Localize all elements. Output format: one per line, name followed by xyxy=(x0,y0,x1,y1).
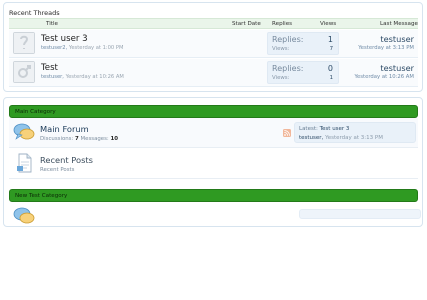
replies-count: 0 xyxy=(327,64,333,73)
thread-author-link[interactable]: testuser2 xyxy=(41,45,66,51)
messages-count: 10 xyxy=(110,136,118,142)
column-last-message[interactable]: Last Message xyxy=(380,21,418,27)
category-bar-main[interactable]: Main Category xyxy=(9,105,418,118)
forum-chat-bubbles-icon xyxy=(13,123,35,140)
discussions-label: Discussions: xyxy=(40,136,74,142)
recent-threads-header-row: Title Start Date Replies Views Last Mess… xyxy=(9,18,418,29)
category-bar-new-test[interactable]: New Test Category xyxy=(9,189,418,202)
views-label: Views: xyxy=(272,46,290,52)
thread-start-date[interactable]: Yesterday at 1:00 PM xyxy=(69,45,124,51)
thread-meta: testuser2, Yesterday at 1:00 PM xyxy=(41,45,124,51)
thread-title-link[interactable]: Test user 3 xyxy=(41,34,88,44)
column-replies[interactable]: Replies xyxy=(272,21,292,27)
replies-count: 1 xyxy=(327,35,333,44)
forum-row-partial xyxy=(9,202,421,226)
column-start-date[interactable]: Start Date xyxy=(232,21,261,27)
views-count: 7 xyxy=(329,46,333,52)
last-message-user-link[interactable]: testuser xyxy=(380,63,414,73)
thread-meta: testuser, Yesterday at 10:26 AM xyxy=(41,74,124,80)
views-label: Views: xyxy=(272,75,290,81)
replies-label: Replies: xyxy=(272,64,304,73)
category-title[interactable]: New Test Category xyxy=(15,193,67,199)
latest-user-link[interactable]: testuser xyxy=(299,135,322,141)
thread-author-link[interactable]: testuser xyxy=(41,74,62,80)
column-views[interactable]: Views xyxy=(320,21,336,27)
forum-subtitle: Recent Posts xyxy=(40,167,75,173)
forum-stats: Discussions: 7 Messages: 10 xyxy=(40,136,118,142)
last-message-date-link[interactable]: Yesterday at 3:13 PM xyxy=(358,45,414,51)
forum-row-recent-posts: Recent Posts Recent Posts xyxy=(9,149,418,179)
latest-date-link[interactable]: Yesterday at 3:13 PM xyxy=(325,135,383,141)
recent-threads-title: Recent Threads xyxy=(9,9,60,17)
recent-threads-panel: Recent Threads Title Start Date Replies … xyxy=(3,2,423,92)
replies-label: Replies: xyxy=(272,35,304,44)
user-avatar-placeholder-icon[interactable] xyxy=(13,32,35,54)
rss-feed-icon[interactable] xyxy=(283,129,291,137)
messages-label: Messages: xyxy=(80,136,109,142)
thread-title-link[interactable]: Test xyxy=(41,63,58,73)
thread-row: Test testuser, Yesterday at 10:26 AM Rep… xyxy=(9,59,418,87)
discussions-count: 7 xyxy=(75,136,79,142)
user-avatar-placeholder-icon[interactable] xyxy=(13,61,35,83)
category-title[interactable]: Main Category xyxy=(15,109,56,115)
thread-row: Test user 3 testuser2, Yesterday at 1:00… xyxy=(9,30,418,58)
forum-title-link[interactable]: Recent Posts xyxy=(40,155,93,165)
forum-list-panel: Main Category Main Forum Discussions: 7 … xyxy=(3,97,423,227)
latest-thread-link[interactable]: Test user 3 xyxy=(320,126,350,132)
forum-chat-bubbles-icon xyxy=(13,207,35,224)
latest-label: Latest: xyxy=(299,126,318,132)
last-message-date-link[interactable]: Yesterday at 10:26 AM xyxy=(354,74,414,80)
column-title[interactable]: Title xyxy=(46,21,58,27)
thread-stats: Replies: 0 Views: 1 xyxy=(267,61,339,84)
thread-stats: Replies: 1 Views: 7 xyxy=(267,32,339,55)
forum-latest-post: Latest: Test user 3 testuser, Yesterday … xyxy=(294,122,416,143)
forum-title-link[interactable]: Main Forum xyxy=(40,124,89,134)
forum-latest-post xyxy=(299,209,421,219)
document-page-icon xyxy=(17,153,32,173)
forum-row-main-forum: Main Forum Discussions: 7 Messages: 10 L… xyxy=(9,118,418,148)
thread-start-date[interactable]: Yesterday at 10:26 AM xyxy=(66,74,124,80)
last-message-user-link[interactable]: testuser xyxy=(380,34,414,44)
views-count: 1 xyxy=(329,75,333,81)
